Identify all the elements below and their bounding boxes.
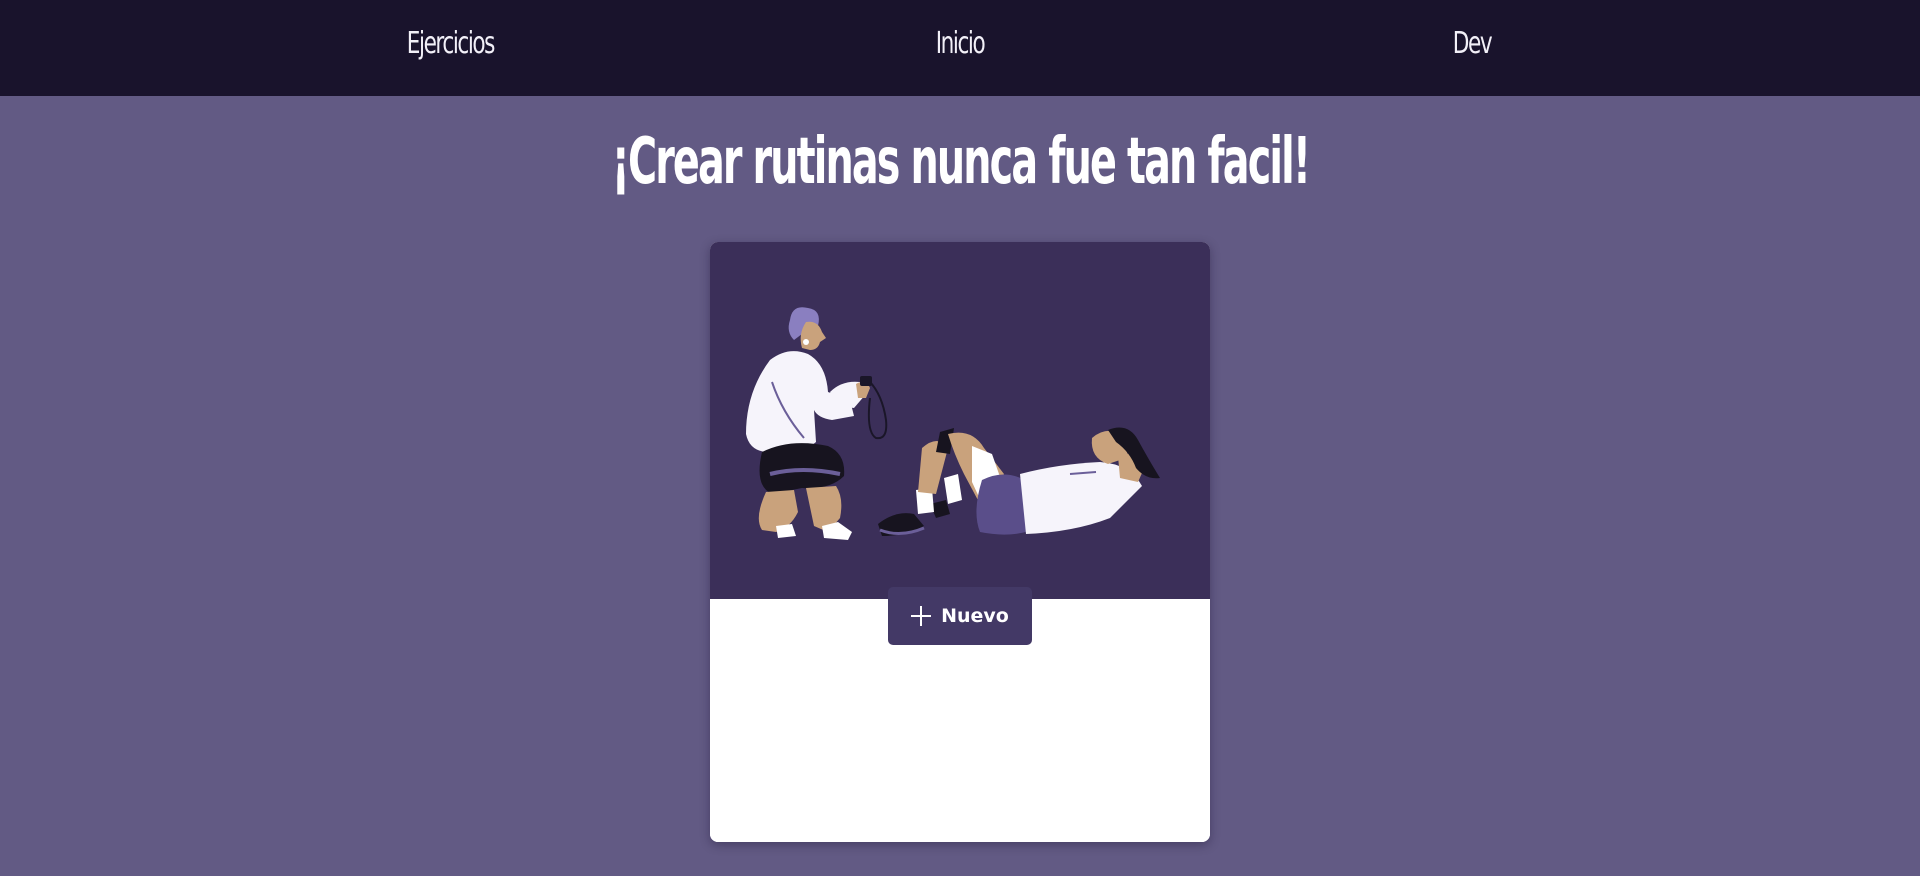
routine-card: Nuevo [710,242,1210,842]
card-illustration [710,242,1210,599]
page-title: ¡Crear rutinas nunca fue tan facil! [0,124,1920,200]
top-navbar: Ejercicios Inicio Dev [0,0,1920,96]
trainer-figure-icon [746,307,888,540]
nav-link-inicio[interactable]: Inicio [917,26,1003,61]
new-routine-button[interactable]: Nuevo [888,587,1032,645]
new-routine-button-label: Nuevo [941,605,1009,627]
page-title-text: ¡Crear rutinas nunca fue tan facil! [611,125,1310,199]
trainer-timing-situps-illustration-icon [746,307,1160,540]
athlete-figure-icon [878,427,1160,536]
plus-icon [911,606,932,626]
nav-link-ejercicios[interactable]: Ejercicios [407,26,496,61]
nav-link-dev[interactable]: Dev [1429,26,1515,61]
